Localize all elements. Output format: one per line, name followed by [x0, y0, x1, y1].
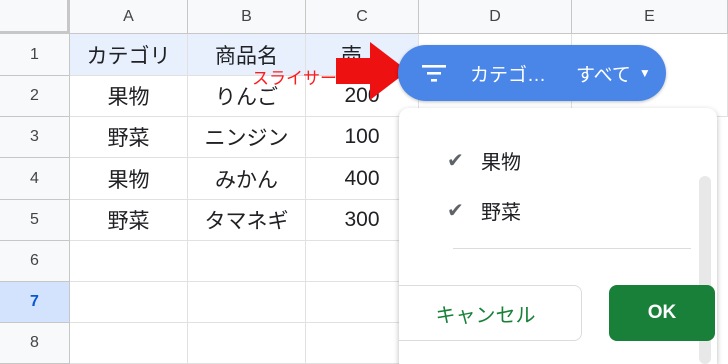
check-icon: ✔	[447, 150, 464, 172]
slicer-value[interactable]: すべて	[576, 60, 631, 87]
empty-cell[interactable]	[188, 282, 306, 323]
empty-cell[interactable]	[188, 241, 306, 282]
table-cell[interactable]: 野菜	[70, 200, 188, 241]
slicer-dropdown-panel: ✔ 果物 ✔ 野菜 キャンセル OK	[399, 108, 717, 364]
row-header-7[interactable]: 7	[0, 282, 70, 323]
divider	[453, 248, 691, 249]
slicer-column-name: カテゴ…	[470, 64, 547, 86]
column-header-e[interactable]: E	[572, 0, 728, 34]
row-header-3[interactable]: 3	[0, 117, 70, 158]
column-header-c[interactable]: C	[306, 0, 419, 34]
table-cell[interactable]: 果物	[70, 76, 188, 117]
table-cell[interactable]: タマネギ	[188, 200, 306, 241]
select-all-corner[interactable]	[0, 0, 70, 34]
row-header-5[interactable]: 5	[0, 200, 70, 241]
caret-down-icon[interactable]: ▼	[639, 66, 651, 80]
empty-cell[interactable]	[70, 282, 188, 323]
row-header-6[interactable]: 6	[0, 241, 70, 282]
row-header-1[interactable]: 1	[0, 34, 70, 76]
table-cell[interactable]: みかん	[188, 158, 306, 200]
row-header-2[interactable]: 2	[0, 76, 70, 117]
slicer-option-vegetable[interactable]: ✔ 野菜	[447, 196, 521, 225]
check-icon: ✔	[447, 200, 464, 222]
table-cell[interactable]: 野菜	[70, 117, 188, 158]
header-cell-category[interactable]: カテゴリ	[70, 34, 188, 76]
slicer-option-label: 果物	[481, 152, 521, 174]
empty-cell[interactable]	[70, 241, 188, 282]
slicer-callout-label: スライサー	[252, 69, 337, 89]
row-header-8[interactable]: 8	[0, 323, 70, 364]
cancel-button[interactable]: キャンセル	[399, 285, 582, 341]
ok-button[interactable]: OK	[609, 285, 715, 341]
table-cell[interactable]: ニンジン	[188, 117, 306, 158]
slicer-option-label: 野菜	[481, 202, 521, 224]
filter-icon	[422, 65, 446, 82]
column-header-a[interactable]: A	[70, 0, 188, 34]
slicer-chip[interactable]: カテゴ… すべて ▼	[398, 45, 666, 101]
table-cell[interactable]: 果物	[70, 158, 188, 200]
column-header-d[interactable]: D	[419, 0, 572, 34]
empty-cell[interactable]	[70, 323, 188, 364]
column-header-b[interactable]: B	[188, 0, 306, 34]
empty-cell[interactable]	[188, 323, 306, 364]
slicer-option-fruit[interactable]: ✔ 果物	[447, 146, 521, 175]
row-header-4[interactable]: 4	[0, 158, 70, 200]
